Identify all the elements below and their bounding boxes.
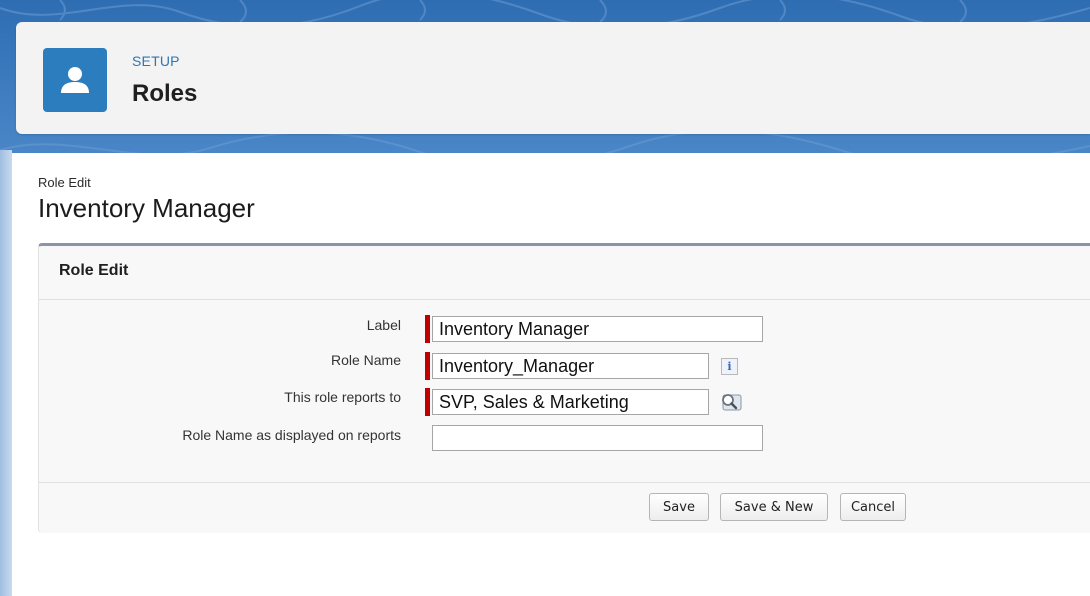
setup-eyebrow: SETUP (132, 53, 180, 69)
label-input[interactable]: Inventory Manager (432, 316, 763, 342)
label-field-label: Label (366, 317, 401, 333)
breadcrumb: Role Edit (38, 175, 91, 190)
required-marker (425, 388, 430, 416)
panel-header: Role Edit (39, 246, 1090, 300)
main-content: Role Edit Inventory Manager Role Edit La… (12, 153, 1090, 596)
required-marker (425, 315, 430, 343)
lookup-icon[interactable] (719, 392, 743, 412)
role-name-input[interactable]: Inventory_Manager (432, 353, 709, 379)
cancel-button[interactable]: Cancel (840, 493, 906, 521)
display-name-input[interactable] (432, 425, 763, 451)
role-name-field-label: Role Name (330, 352, 401, 368)
save-and-new-button[interactable]: Save & New (720, 493, 828, 521)
required-marker (425, 352, 430, 380)
user-icon (43, 48, 107, 112)
display-name-field-label: Role Name as displayed on reports (182, 427, 401, 443)
panel-title: Role Edit (59, 262, 129, 279)
save-button[interactable]: Save (649, 493, 709, 521)
reports-to-field-label: This role reports to (284, 389, 401, 405)
record-title: Inventory Manager (38, 193, 255, 223)
left-edge-decoration (0, 150, 12, 596)
role-edit-panel: Role Edit Label Inventory Manager Role N… (38, 243, 1090, 533)
panel-footer: Save Save & New Cancel (39, 482, 1090, 534)
info-icon[interactable]: i (721, 358, 738, 375)
reports-to-input[interactable]: SVP, Sales & Marketing (432, 389, 709, 415)
page-header: SETUP Roles (16, 22, 1090, 134)
page-title: Roles (132, 80, 198, 107)
